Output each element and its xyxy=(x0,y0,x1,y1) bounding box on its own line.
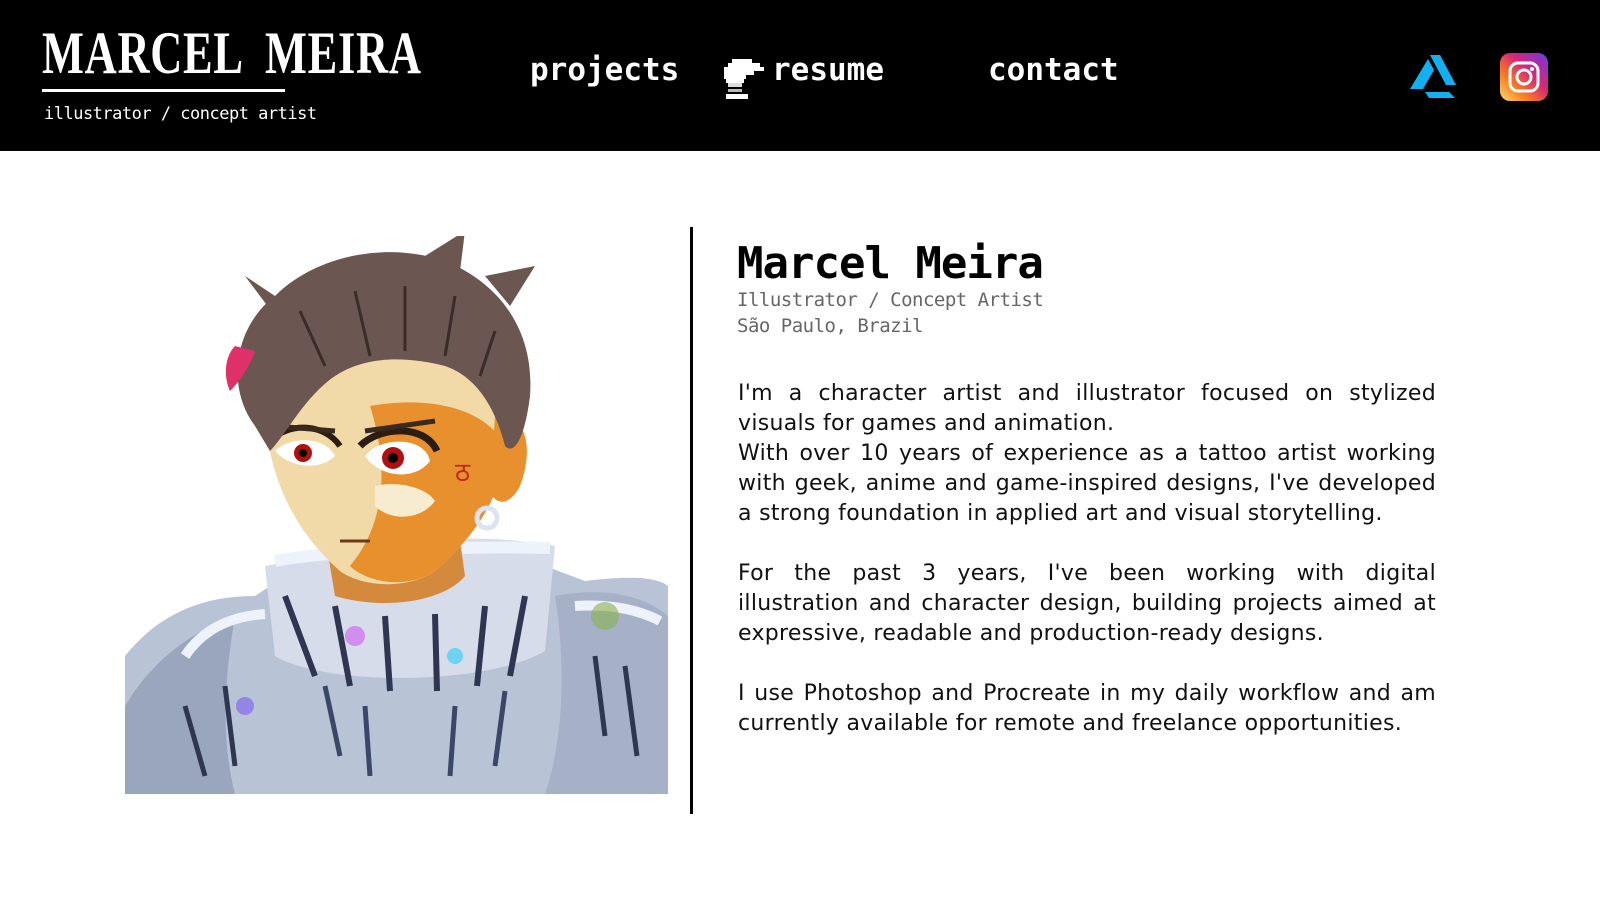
logo-underline xyxy=(42,89,285,92)
nav-link-resume[interactable]: resume xyxy=(772,52,884,88)
svg-text:ठ: ठ xyxy=(455,458,471,488)
profile-name: Marcel Meira xyxy=(737,238,1044,289)
vertical-divider xyxy=(690,227,693,814)
profile-role: Illustrator / Concept Artist xyxy=(737,289,1044,311)
bio-paragraph-1b: With over 10 years of experience as a ta… xyxy=(738,441,1436,526)
site-logo-title[interactable]: MARCEL MEIRA xyxy=(42,20,422,86)
profile-bio: I'm a character artist and illustrator f… xyxy=(738,379,1436,739)
nav-link-contact[interactable]: contact xyxy=(988,52,1119,88)
nav-link-projects[interactable]: projects xyxy=(530,52,679,88)
profile-location: São Paulo, Brazil xyxy=(737,315,923,337)
artist-portrait-illustration: ठ xyxy=(125,236,668,794)
artstation-icon[interactable] xyxy=(1408,51,1458,101)
bio-paragraph-2: For the past 3 years, I've been working … xyxy=(738,561,1436,646)
site-logo-subtitle: illustrator / concept artist xyxy=(44,104,317,124)
bio-paragraph-3: I use Photoshop and Procreate in my dail… xyxy=(738,681,1436,736)
pointing-hand-cursor-icon xyxy=(724,59,764,99)
instagram-icon[interactable] xyxy=(1500,53,1548,101)
bio-paragraph-1a: I'm a character artist and illustrator f… xyxy=(738,381,1436,436)
top-header: MARCEL MEIRA illustrator / concept artis… xyxy=(0,0,1600,151)
